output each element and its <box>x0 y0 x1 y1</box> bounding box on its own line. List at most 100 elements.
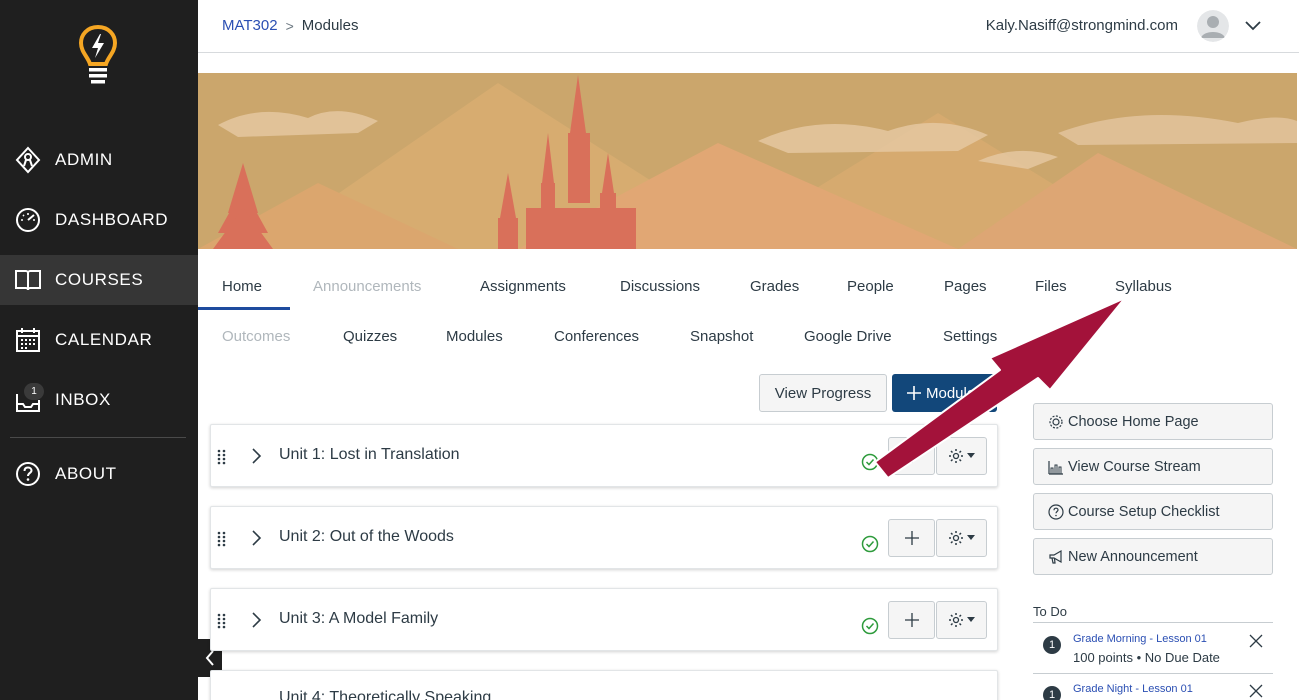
nav-courses[interactable]: COURSES <box>0 255 198 305</box>
module-title[interactable]: Unit 3: A Model Family <box>279 610 438 628</box>
speedometer-icon <box>16 208 40 232</box>
avatar[interactable] <box>1197 10 1229 42</box>
choose-home-page-button[interactable]: Choose Home Page <box>1033 403 1273 440</box>
book-icon <box>15 270 41 291</box>
todo-count-badge: 1 <box>1043 636 1061 654</box>
tab-snapshot[interactable]: Snapshot <box>690 328 753 345</box>
view-course-stream-button[interactable]: View Course Stream <box>1033 448 1273 485</box>
published-check-icon[interactable] <box>861 535 879 553</box>
caret-down-icon <box>967 453 975 458</box>
user-email: Kaly.Nasiff@strongmind.com <box>985 17 1178 34</box>
add-module-item-button[interactable] <box>888 601 935 639</box>
nav-admin[interactable]: ADMIN <box>0 135 198 185</box>
chevron-down-icon[interactable] <box>1243 16 1263 36</box>
tab-people[interactable]: People <box>847 278 894 295</box>
top-header: MAT302 > Modules Kaly.Nasiff@strongmind.… <box>198 0 1299 53</box>
inbox-unread-badge: 1 <box>24 383 44 400</box>
add-module-item-button[interactable] <box>888 437 935 475</box>
breadcrumb-course-link[interactable]: MAT302 <box>222 17 278 34</box>
nav-calendar[interactable]: CALENDAR <box>0 315 198 365</box>
breadcrumb: MAT302 > Modules <box>222 17 358 34</box>
gear-icon <box>949 449 963 463</box>
view-progress-label: View Progress <box>774 384 872 402</box>
nav-inbox-label: INBOX <box>55 390 111 409</box>
tab-pages[interactable]: Pages <box>944 278 987 295</box>
nav-about[interactable]: ABOUT <box>0 449 198 499</box>
published-check-icon[interactable] <box>861 453 879 471</box>
user-avatar-icon <box>1197 10 1229 42</box>
course-setup-checklist-button[interactable]: Course Setup Checklist <box>1033 493 1273 530</box>
tab-outcomes[interactable]: Outcomes <box>222 328 290 345</box>
course-setup-checklist-label: Course Setup Checklist <box>1068 503 1220 520</box>
question-icon <box>16 462 40 486</box>
todo-item-link[interactable]: Grade Morning - Lesson 01 <box>1073 633 1207 645</box>
new-announcement-label: New Announcement <box>1068 548 1198 565</box>
nav-dashboard[interactable]: DASHBOARD <box>0 195 198 245</box>
gear-icon <box>949 531 963 545</box>
tab-quizzes[interactable]: Quizzes <box>343 328 397 345</box>
tab-modules[interactable]: Modules <box>446 328 503 345</box>
lightbulb-logo-icon[interactable] <box>78 24 118 90</box>
tab-conferences[interactable]: Conferences <box>554 328 639 345</box>
tab-discussions[interactable]: Discussions <box>620 278 700 295</box>
module-settings-button[interactable] <box>936 437 987 475</box>
tab-announcements[interactable]: Announcements <box>313 278 421 295</box>
tab-home[interactable]: Home <box>222 278 262 295</box>
plus-icon <box>904 449 919 463</box>
question-circle-icon <box>1048 503 1064 520</box>
nav-about-label: ABOUT <box>55 464 117 483</box>
close-icon[interactable] <box>1249 684 1263 698</box>
drag-handle-icon[interactable] <box>217 531 227 547</box>
drag-handle-icon[interactable] <box>217 449 227 465</box>
tab-syllabus[interactable]: Syllabus <box>1115 278 1172 295</box>
todo-item: 1 Grade Night - Lesson 01 <box>1033 674 1273 700</box>
gear-icon <box>949 613 963 627</box>
plus-icon <box>907 386 921 400</box>
castle-banner-illustration <box>198 73 1297 249</box>
add-module-button[interactable]: Module <box>892 374 997 412</box>
new-announcement-button[interactable]: New Announcement <box>1033 538 1273 575</box>
module-row: Unit 1: Lost in Translation <box>210 424 998 487</box>
tab-assignments[interactable]: Assignments <box>480 278 566 295</box>
module-settings-button[interactable] <box>936 519 987 557</box>
plus-icon <box>904 531 919 545</box>
tab-settings[interactable]: Settings <box>943 328 997 345</box>
close-icon[interactable] <box>1249 634 1263 648</box>
stream-chart-icon <box>1048 460 1063 475</box>
published-check-icon[interactable] <box>861 617 879 635</box>
course-banner-image <box>198 73 1297 249</box>
module-title[interactable]: Unit 4: Theoretically Speaking <box>279 689 491 700</box>
active-tab-indicator <box>198 307 290 310</box>
tab-grades[interactable]: Grades <box>750 278 799 295</box>
shield-icon <box>15 146 41 174</box>
caret-down-icon <box>967 617 975 622</box>
view-progress-button[interactable]: View Progress <box>759 374 887 412</box>
todo-item-meta: 100 points • No Due Date <box>1073 650 1220 665</box>
module-title[interactable]: Unit 1: Lost in Translation <box>279 446 460 464</box>
todo-item-link[interactable]: Grade Night - Lesson 01 <box>1073 683 1193 695</box>
todo-heading: To Do <box>1033 604 1067 619</box>
module-settings-button[interactable] <box>936 601 987 639</box>
todo-divider <box>1033 622 1273 623</box>
home-gear-icon <box>1049 414 1063 429</box>
todo-item: 1 Grade Morning - Lesson 01 100 points •… <box>1033 624 1273 674</box>
chevron-right-icon[interactable] <box>249 611 263 629</box>
plus-icon <box>904 613 919 627</box>
caret-down-icon <box>967 535 975 540</box>
nav-calendar-label: CALENDAR <box>55 330 153 349</box>
global-nav: ADMIN DASHBOARD COURSES CALENDAR INBOX 1… <box>0 0 198 700</box>
module-row: Unit 4: Theoretically Speaking <box>210 670 998 700</box>
breadcrumb-separator: > <box>285 17 294 34</box>
megaphone-icon <box>1049 549 1062 564</box>
calendar-icon <box>16 328 40 352</box>
module-row: Unit 2: Out of the Woods <box>210 506 998 569</box>
tab-files[interactable]: Files <box>1035 278 1067 295</box>
drag-handle-icon[interactable] <box>217 613 227 629</box>
add-module-label: Module <box>926 384 976 402</box>
tab-google-drive[interactable]: Google Drive <box>804 328 892 345</box>
chevron-right-icon[interactable] <box>249 529 263 547</box>
module-title[interactable]: Unit 2: Out of the Woods <box>279 528 454 546</box>
chevron-right-icon[interactable] <box>249 447 263 465</box>
add-module-item-button[interactable] <box>888 519 935 557</box>
module-row: Unit 3: A Model Family <box>210 588 998 651</box>
